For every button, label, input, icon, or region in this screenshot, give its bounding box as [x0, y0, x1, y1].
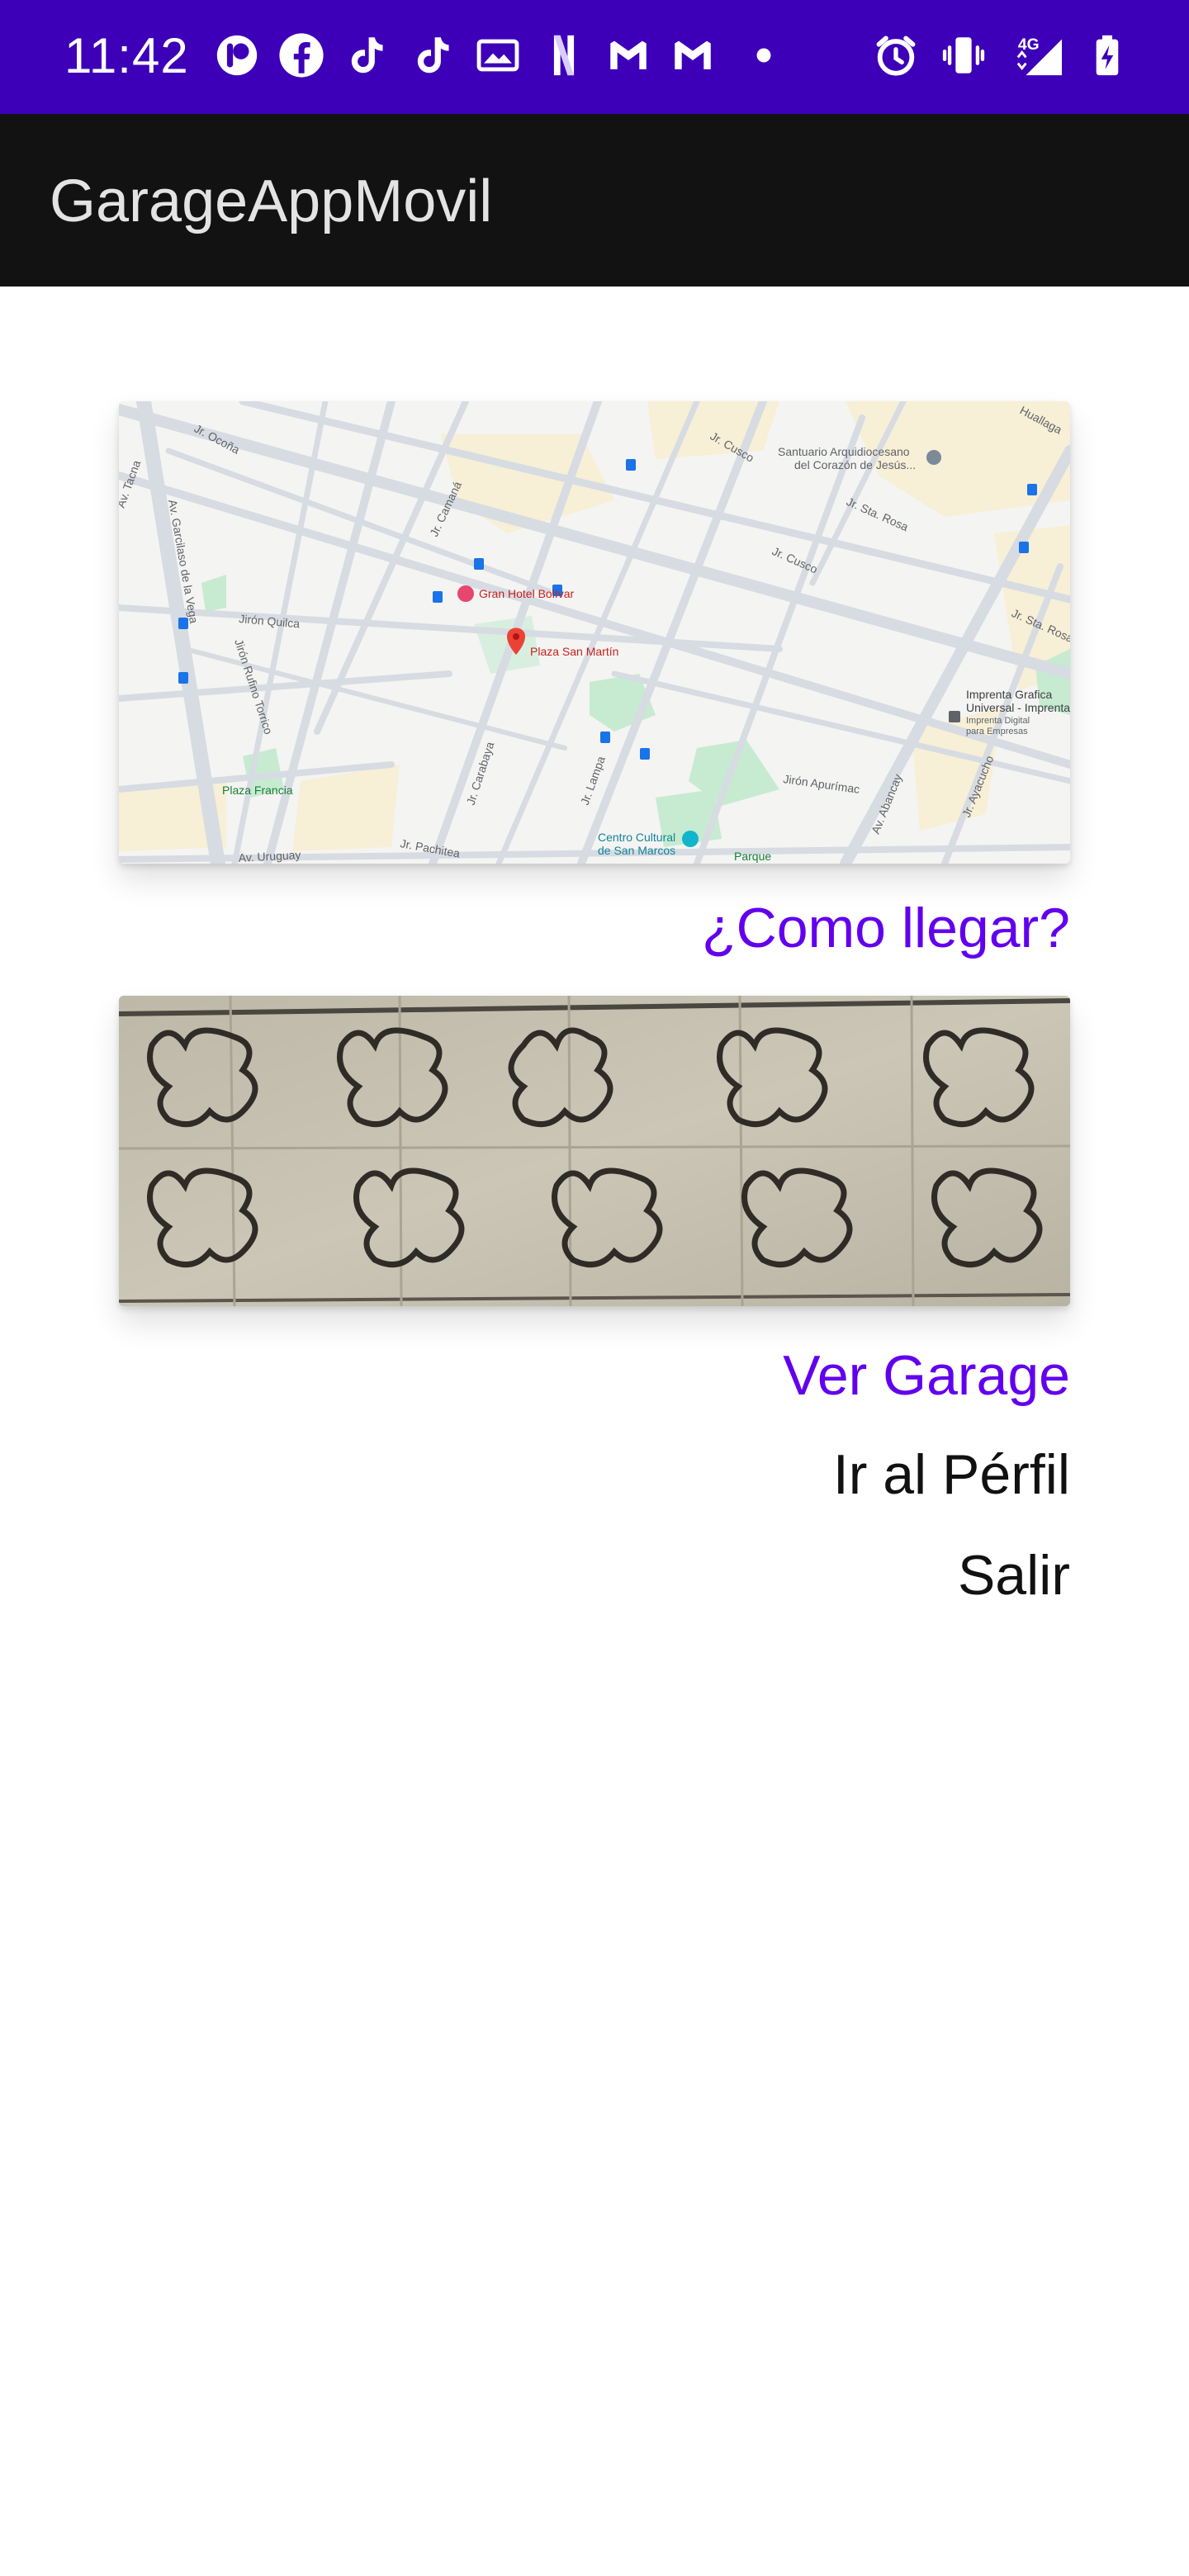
- map-place-plaza-francia: Plaza Francia: [222, 784, 293, 797]
- facebook-icon: [277, 31, 325, 79]
- map-place-santuario: del Corazón de Jesús...: [794, 458, 916, 471]
- netflix-icon: [540, 31, 588, 79]
- map-place-santuario: Santuario Arquidiocesano: [778, 445, 910, 458]
- gmail-icon: [604, 31, 652, 79]
- signal-4g-icon: 4G: [1009, 31, 1067, 79]
- como-llegar-button[interactable]: ¿Como llegar?: [702, 897, 1070, 959]
- timer-app-icon: [213, 31, 261, 79]
- ver-garage-button[interactable]: Ver Garage: [783, 1344, 1070, 1407]
- battery-charging-icon: [1083, 31, 1131, 79]
- map-place-imprenta: Imprenta Digital: [966, 716, 1030, 726]
- status-bar: 11:42 4G: [0, 0, 1189, 114]
- ir-perfil-button[interactable]: Ir al Pérfil: [833, 1443, 1070, 1506]
- map-place-plaza: Plaza San Martín: [530, 645, 618, 658]
- garage-image: [119, 996, 1070, 1306]
- alarm-icon: [872, 31, 920, 79]
- map-place-imprenta: para Empresas: [966, 727, 1028, 736]
- map-place-parque: Parque: [734, 850, 771, 863]
- app-bar: GarageAppMovil: [0, 114, 1189, 286]
- network-label: 4G: [1018, 36, 1040, 54]
- gallery-icon: [474, 31, 522, 79]
- map-view[interactable]: Jr. Ocoña Av. Tacna Av. Garcilaso de la …: [119, 401, 1070, 864]
- tiktok-icon: [342, 31, 390, 79]
- map-street-label: Av. Uruguay: [238, 848, 301, 864]
- tiktok-icon: [408, 31, 456, 79]
- map-place-imprenta: Universal - Imprenta en...: [966, 701, 1070, 714]
- map-place-centro: Centro Cultural: [598, 831, 675, 844]
- map-place-centro: de San Marcos: [598, 844, 675, 857]
- vibrate-icon: [940, 31, 988, 79]
- map-place-imprenta: Imprenta Grafica: [966, 688, 1052, 701]
- status-time: 11:42: [64, 28, 189, 83]
- map-place-hotel: Gran Hotel Bolívar: [479, 587, 574, 600]
- gmail-icon: [669, 31, 717, 79]
- salir-button[interactable]: Salir: [958, 1544, 1070, 1607]
- dot-icon: [740, 31, 788, 79]
- app-title: GarageAppMovil: [50, 168, 493, 234]
